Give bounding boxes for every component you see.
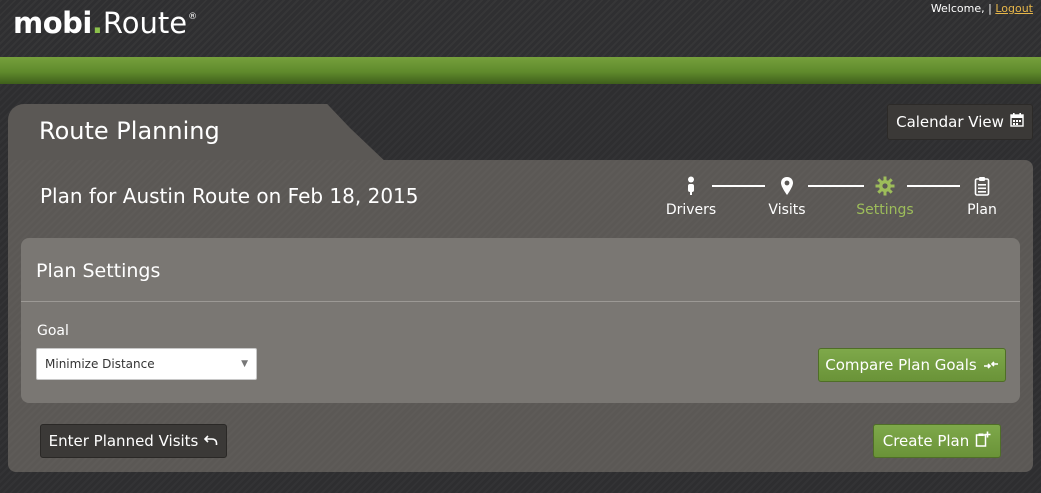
mobiroute-logo[interactable]: mobi. Route ® — [13, 6, 197, 46]
plan-title: Plan for Austin Route on Feb 18, 2015 — [40, 184, 419, 208]
dropdown-arrow-icon: ▼ — [241, 359, 248, 369]
step-visits[interactable]: Visits — [763, 176, 811, 218]
calendar-view-label: Calendar View — [896, 113, 1004, 131]
create-plan-label: Create Plan — [882, 432, 970, 450]
step-drivers[interactable]: Drivers — [662, 176, 720, 218]
step-label: Settings — [856, 202, 914, 218]
goal-select[interactable]: Minimize Distance ▼ — [36, 348, 257, 380]
step-label: Visits — [768, 202, 806, 218]
step-plan[interactable]: Plan — [962, 176, 1002, 218]
welcome-area: Welcome, | Logout — [931, 2, 1033, 15]
welcome-text: Welcome, | — [930, 2, 992, 15]
page-title: Route Planning — [39, 117, 220, 145]
goal-selected-value: Minimize Distance — [45, 357, 155, 371]
logo-registered-mark: ® — [188, 12, 198, 22]
map-pin-icon — [763, 176, 811, 196]
plan-settings-title: Plan Settings — [36, 260, 161, 282]
gear-icon — [852, 176, 918, 196]
driver-icon — [662, 176, 720, 196]
step-label: Drivers — [665, 202, 717, 218]
plan-settings-header — [21, 238, 1020, 302]
header-accent-bar — [0, 57, 1041, 84]
undo-arrow-icon — [204, 432, 218, 450]
step-label: Plan — [967, 202, 997, 218]
calendar-icon — [1010, 113, 1024, 131]
calendar-view-button[interactable]: Calendar View — [887, 104, 1033, 140]
logout-link[interactable]: Logout — [995, 2, 1033, 15]
compare-plan-goals-label: Compare Plan Goals — [825, 356, 977, 374]
compare-arrows-icon — [983, 356, 999, 374]
logo-dot: . — [91, 6, 103, 40]
add-clipboard-icon — [975, 431, 991, 451]
create-plan-button[interactable]: Create Plan — [873, 424, 1001, 458]
enter-planned-visits-button[interactable]: Enter Planned Visits — [40, 424, 227, 458]
compare-plan-goals-button[interactable]: Compare Plan Goals — [818, 348, 1006, 382]
goal-label: Goal — [37, 323, 69, 339]
step-settings[interactable]: Settings — [852, 176, 918, 218]
enter-planned-visits-label: Enter Planned Visits — [48, 432, 199, 450]
logo-route: Route — [102, 6, 188, 40]
app-header: mobi. Route ® Welcome, | Logout — [0, 0, 1041, 57]
clipboard-icon — [962, 176, 1002, 196]
logo-mobi: mobi — [13, 6, 92, 40]
